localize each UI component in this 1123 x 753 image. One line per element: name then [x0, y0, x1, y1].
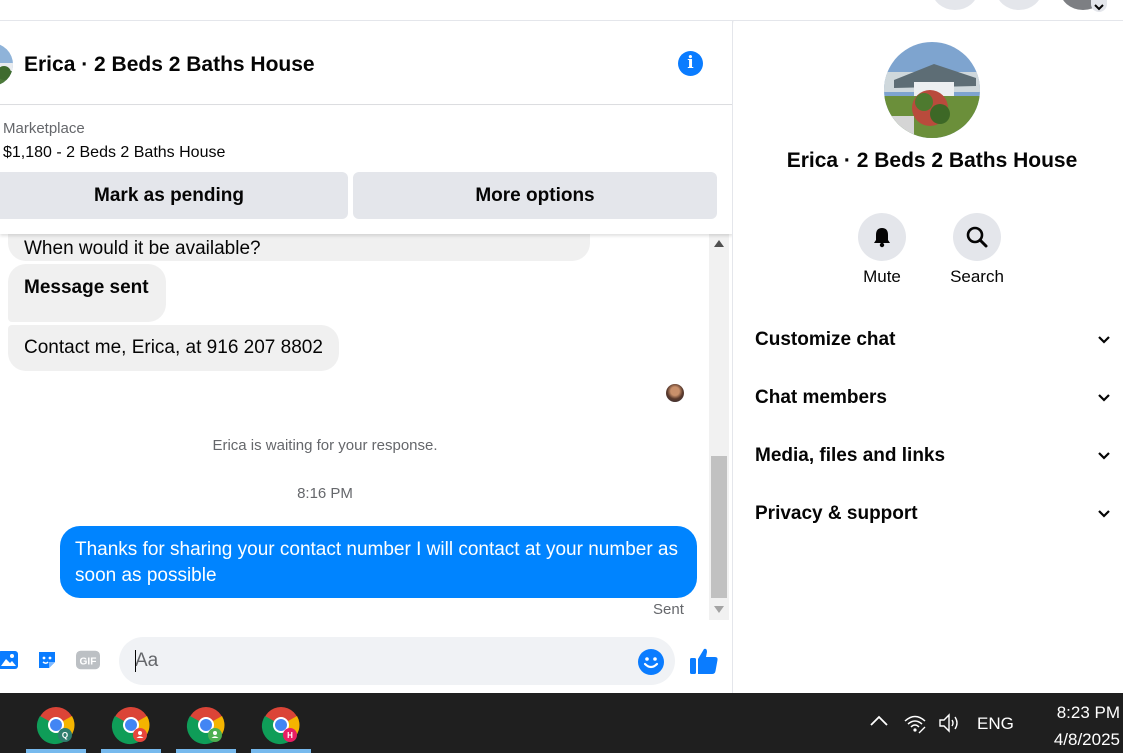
screen: Erica · 2 Beds 2 Baths House i Marketpla… [0, 0, 1123, 753]
active-app-indicator [101, 749, 161, 753]
chevron-down-icon [1098, 452, 1110, 460]
text-cursor [135, 650, 136, 672]
mute-action[interactable]: Mute [834, 213, 930, 287]
info-panel-title: Erica · 2 Beds 2 Baths House [786, 149, 1078, 172]
svg-text:GIF: GIF [80, 657, 97, 668]
message-timestamp: 8:16 PM [297, 485, 353, 502]
customize-chat-section[interactable]: Customize chat [755, 320, 1111, 360]
chevron-down-icon [1098, 394, 1110, 402]
chat-members-section[interactable]: Chat members [755, 378, 1111, 418]
chrome-profile-green-icon[interactable] [186, 705, 226, 745]
section-label: Customize chat [755, 329, 896, 350]
waiting-notice: Erica is waiting for your response. [212, 437, 438, 454]
mark-as-pending-button[interactable]: Mark as pending [0, 172, 348, 219]
active-app-indicator [251, 749, 311, 753]
message-composer: GIF [0, 631, 732, 693]
show-hidden-icons-chevron-icon[interactable] [868, 713, 890, 729]
sticker-icon[interactable] [35, 648, 59, 672]
message-input[interactable] [119, 637, 675, 685]
volume-icon[interactable] [938, 712, 962, 734]
mute-label: Mute [863, 267, 901, 286]
notifications-icon[interactable] [996, 0, 1042, 10]
section-label: Chat members [755, 387, 887, 408]
thumbs-up-icon[interactable] [688, 645, 720, 677]
clock-date: 4/8/2025 [1053, 730, 1120, 749]
conversation-header: Erica · 2 Beds 2 Baths House i [0, 21, 732, 105]
message-scrollbar[interactable] [709, 232, 729, 620]
conversation-avatar[interactable] [0, 43, 13, 86]
more-options-button[interactable]: More options [353, 172, 717, 219]
taskbar: Q H ENG 8:23 PM 4/8/2025 [0, 693, 1123, 753]
active-app-indicator [176, 749, 236, 753]
read-receipt-avatar [666, 384, 684, 402]
conversation-panel: Erica · 2 Beds 2 Baths House i Marketpla… [0, 21, 733, 693]
input-language-indicator[interactable]: ENG [977, 714, 1014, 734]
chevron-down-icon [1098, 510, 1110, 518]
message-list: When would it be available? Message sent… [0, 214, 709, 621]
search-action[interactable]: Search [929, 213, 1025, 287]
gif-icon[interactable]: GIF [76, 648, 100, 672]
listing-title[interactable]: $1,180 - 2 Beds 2 Baths House [3, 144, 225, 162]
clock-time: 8:23 PM [1056, 703, 1120, 722]
system-clock[interactable]: 8:23 PM 4/8/2025 [1030, 699, 1120, 753]
chrome-profile-q-icon[interactable]: Q [36, 705, 76, 745]
menu-icon[interactable] [932, 0, 978, 10]
search-label: Search [950, 267, 1004, 286]
active-app-indicator [26, 749, 86, 753]
marketplace-label: Marketplace [3, 120, 85, 137]
marketplace-listing-bar: Marketplace $1,180 - 2 Beds 2 Baths Hous… [0, 106, 732, 234]
search-icon[interactable] [953, 213, 1001, 261]
chrome-profile-red-icon[interactable] [111, 705, 151, 745]
account-chevron-icon[interactable] [1091, 0, 1107, 12]
chrome-profile-h-icon[interactable]: H [261, 705, 301, 745]
conversation-title[interactable]: Erica · 2 Beds 2 Baths House [24, 53, 315, 77]
privacy-support-section[interactable]: Privacy & support [755, 494, 1111, 534]
scroll-down-arrow-icon[interactable] [714, 606, 724, 613]
listing-photo[interactable] [884, 42, 980, 138]
scroll-up-arrow-icon[interactable] [714, 240, 724, 247]
svg-text:Q: Q [62, 731, 68, 740]
media-files-links-section[interactable]: Media, files and links [755, 436, 1111, 476]
chevron-down-icon [1098, 336, 1110, 344]
outgoing-message: Thanks for sharing your contact number I… [60, 526, 697, 598]
scroll-thumb[interactable] [711, 456, 727, 598]
bell-icon[interactable] [858, 213, 906, 261]
incoming-message: Message sent [8, 264, 166, 322]
section-label: Privacy & support [755, 503, 918, 524]
section-label: Media, files and links [755, 445, 946, 466]
incoming-message: Contact me, Erica, at 916 207 8802 [8, 325, 339, 371]
emoji-icon[interactable] [637, 648, 665, 676]
conversation-info-panel: Erica · 2 Beds 2 Baths House Mute Search… [734, 21, 1123, 693]
photo-icon[interactable] [0, 648, 20, 672]
network-icon[interactable] [903, 712, 927, 734]
info-icon[interactable]: i [678, 51, 703, 76]
message-status: Sent [653, 601, 684, 618]
svg-text:H: H [287, 731, 293, 740]
top-navigation-bar [0, 0, 1123, 21]
